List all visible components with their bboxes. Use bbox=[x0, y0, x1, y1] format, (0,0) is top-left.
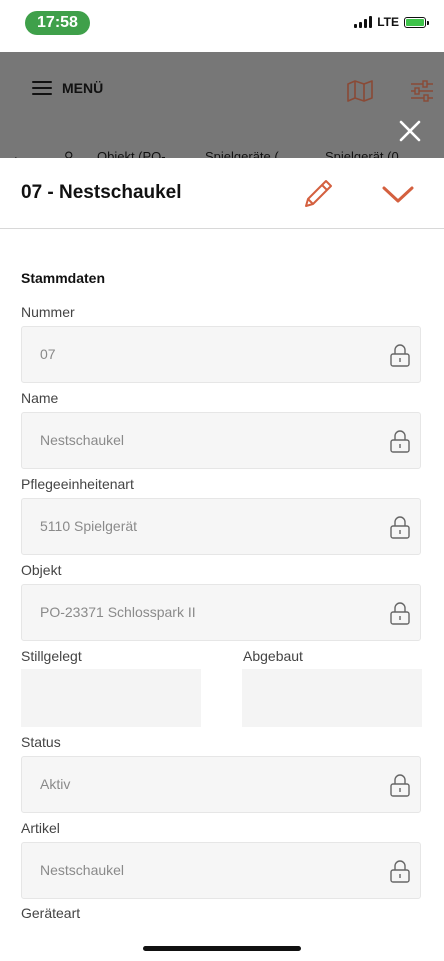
stillgelegt-label: Stillgelegt bbox=[21, 648, 82, 664]
artikel-label: Artikel bbox=[21, 820, 60, 836]
breadcrumb-item-spielgeraete[interactable]: Spielgeräte ( bbox=[205, 149, 279, 158]
name-field: Nestschaukel bbox=[21, 412, 421, 469]
nummer-value: 07 bbox=[40, 346, 56, 362]
close-icon[interactable] bbox=[397, 118, 423, 144]
abgebaut-label: Abgebaut bbox=[243, 648, 303, 664]
home-indicator[interactable] bbox=[143, 946, 301, 951]
lock-icon bbox=[390, 602, 410, 625]
menu-label: MENÜ bbox=[62, 80, 104, 96]
status-bar: 17:58 LTE bbox=[0, 0, 444, 44]
lock-icon bbox=[390, 344, 410, 367]
map-icon[interactable] bbox=[347, 80, 373, 102]
geraeteart-label: Geräteart bbox=[21, 905, 81, 921]
breadcrumb-item-objekt[interactable]: Objekt (PO- bbox=[97, 149, 166, 158]
lock-icon bbox=[390, 860, 410, 883]
chevron-down-icon[interactable] bbox=[380, 178, 416, 210]
menu-icon bbox=[32, 81, 52, 95]
time-indicator: 17:58 bbox=[25, 11, 90, 35]
sheet-title: 07 - Nestschaukel bbox=[21, 182, 182, 203]
battery-icon bbox=[404, 16, 429, 28]
back-arrow-icon[interactable]: ← bbox=[10, 146, 28, 158]
nummer-label: Nummer bbox=[21, 304, 75, 320]
status-label: Status bbox=[21, 734, 61, 750]
abgebaut-field[interactable] bbox=[242, 669, 422, 727]
lock-icon bbox=[390, 430, 410, 453]
pflegeeinheitenart-label: Pflegeeinheitenart bbox=[21, 476, 134, 492]
stillgelegt-field[interactable] bbox=[21, 669, 201, 727]
objekt-label: Objekt bbox=[21, 562, 62, 578]
nummer-field: 07 bbox=[21, 326, 421, 383]
pflegeeinheitenart-value: 5110 Spielgerät bbox=[40, 518, 138, 534]
signal-icon bbox=[354, 16, 373, 28]
pflegeeinheitenart-field: 5110 Spielgerät bbox=[21, 498, 421, 555]
name-label: Name bbox=[21, 390, 59, 406]
section-title-stammdaten: Stammdaten bbox=[21, 270, 106, 286]
status-icons: LTE bbox=[354, 15, 429, 29]
sheet-header: 07 - Nestschaukel bbox=[0, 158, 444, 229]
artikel-field: Nestschaukel bbox=[21, 842, 421, 899]
name-value: Nestschaukel bbox=[40, 432, 125, 448]
lock-icon bbox=[390, 774, 410, 797]
menu-button[interactable]: MENÜ bbox=[32, 80, 103, 96]
breadcrumb-item-spielgeraet[interactable]: Spielgerät (0 bbox=[325, 149, 399, 158]
network-type: LTE bbox=[377, 15, 399, 29]
filter-icon[interactable] bbox=[410, 80, 434, 102]
objekt-field: PO-23371 Schlosspark II bbox=[21, 584, 421, 641]
detail-sheet: 07 - Nestschaukel Stammdaten Nummer 07 N… bbox=[0, 158, 444, 961]
edit-pencil-icon[interactable] bbox=[300, 176, 336, 212]
app-header-dimmed bbox=[0, 52, 444, 158]
location-icon: ⚲ bbox=[64, 149, 74, 158]
lock-icon bbox=[390, 516, 410, 539]
artikel-value: Nestschaukel bbox=[40, 862, 125, 878]
breadcrumb: ← ⚲ Objekt (PO- Spielgeräte ( Spielgerät… bbox=[0, 146, 444, 158]
status-value: Aktiv bbox=[40, 776, 71, 792]
objekt-value: PO-23371 Schlosspark II bbox=[40, 604, 196, 620]
status-field: Aktiv bbox=[21, 756, 421, 813]
